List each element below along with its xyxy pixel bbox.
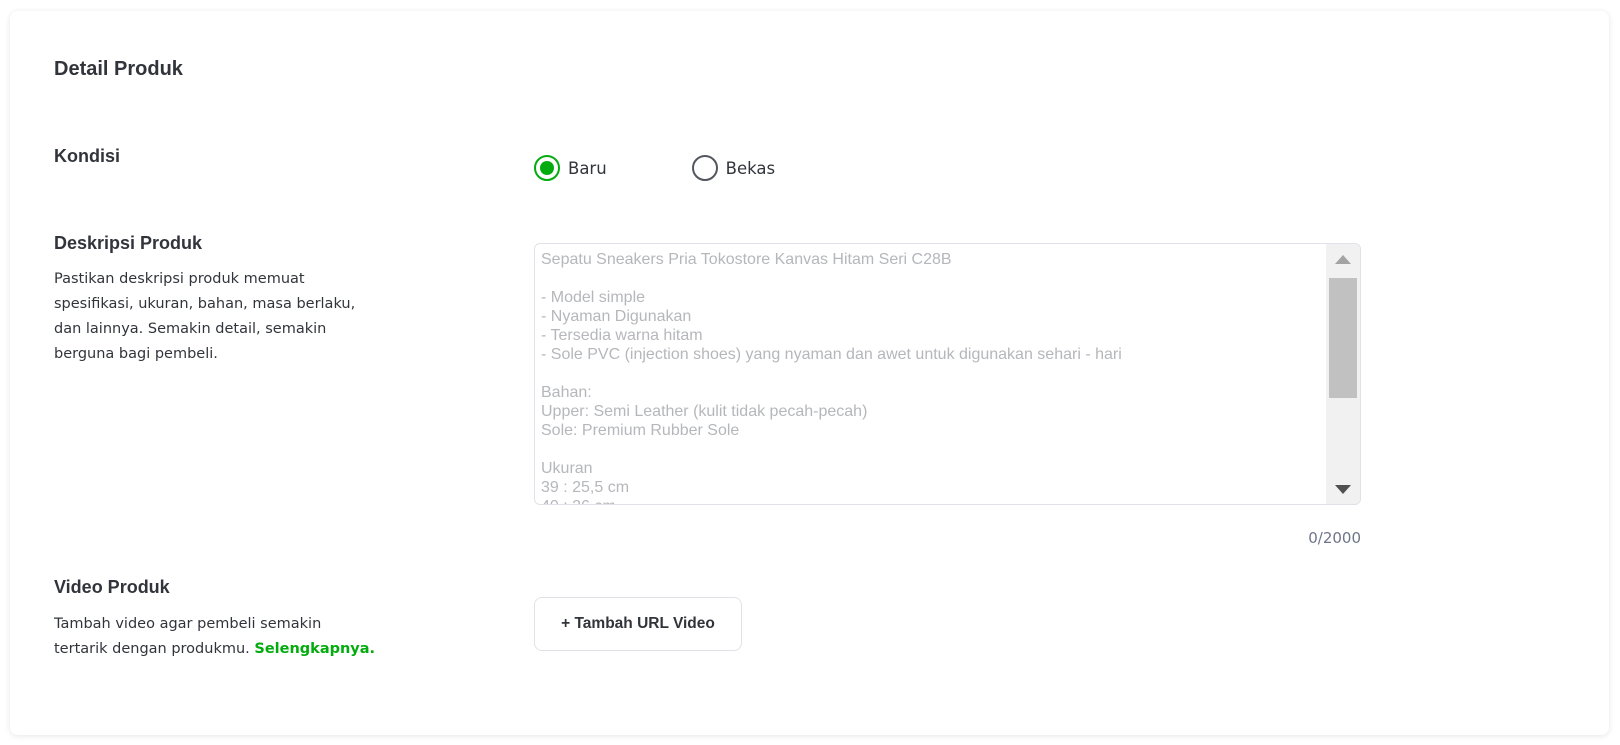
video-label: Video Produk bbox=[54, 577, 170, 597]
video-help-text: tertarik dengan produkmu. bbox=[54, 641, 250, 657]
video-help-line: Tambah video agar pembeli semakin bbox=[54, 616, 322, 632]
description-help-line: spesifikasi, ukuran, bahan, masa berlaku… bbox=[54, 296, 356, 312]
description-help: Pastikan deskripsi produk memuat spesifi… bbox=[54, 267, 355, 367]
description-help-line: berguna bagi pembeli. bbox=[54, 346, 218, 362]
learn-more-link[interactable]: Selengkapnya. bbox=[254, 641, 375, 657]
condition-option-new-label: Baru bbox=[568, 158, 607, 178]
triangle-down-icon bbox=[1335, 484, 1351, 494]
product-detail-card: Detail Produk Kondisi Baru Bekas Deskrip… bbox=[10, 11, 1609, 735]
scroll-up-button[interactable] bbox=[1326, 244, 1360, 274]
textarea-scrollbar[interactable] bbox=[1326, 244, 1360, 504]
description-help-line: dan lainnya. Semakin detail, semakin bbox=[54, 321, 327, 337]
description-label: Deskripsi Produk bbox=[54, 233, 203, 253]
description-help-line: Pastikan deskripsi produk memuat bbox=[54, 271, 305, 287]
description-placeholder: Sepatu Sneakers Pria Tokostore Kanvas Hi… bbox=[541, 251, 1122, 504]
scroll-thumb[interactable] bbox=[1329, 278, 1357, 398]
radio-checked-icon[interactable] bbox=[534, 155, 560, 181]
condition-option-used[interactable]: Bekas bbox=[691, 155, 776, 181]
condition-option-new[interactable]: Baru bbox=[534, 155, 607, 181]
triangle-up-icon bbox=[1335, 254, 1351, 264]
video-help-line2: tertarik dengan produkmu. Selengkapnya. bbox=[54, 637, 375, 662]
description-char-counter: 0/2000 bbox=[1308, 529, 1361, 547]
section-title: Detail Produk bbox=[54, 58, 183, 80]
condition-label: Kondisi bbox=[54, 146, 120, 166]
add-video-url-button[interactable]: + Tambah URL Video bbox=[534, 597, 742, 651]
condition-option-used-label: Bekas bbox=[725, 158, 776, 178]
condition-radio-group: Baru Bekas bbox=[534, 155, 775, 181]
scroll-down-button[interactable] bbox=[1326, 474, 1360, 504]
radio-unchecked-icon[interactable] bbox=[691, 155, 718, 181]
description-textarea[interactable]: Sepatu Sneakers Pria Tokostore Kanvas Hi… bbox=[534, 243, 1361, 505]
video-help: Tambah video agar pembeli semakin tertar… bbox=[54, 612, 375, 662]
